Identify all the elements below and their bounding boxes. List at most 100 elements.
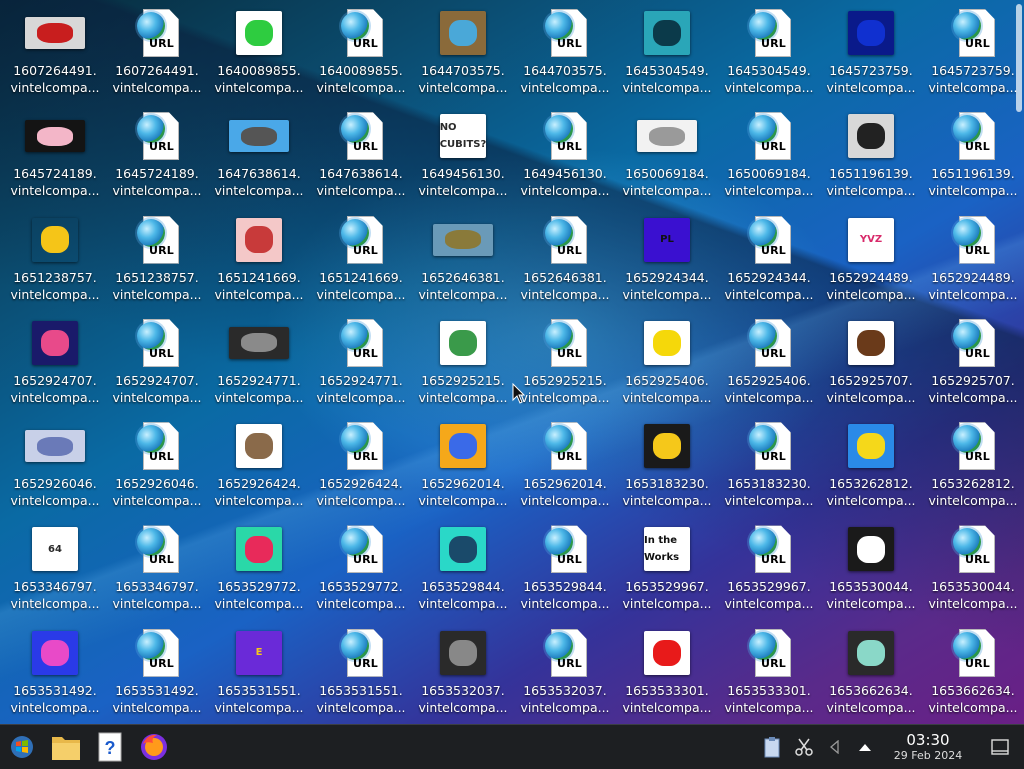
desktop-icon-url-shortcut[interactable]: URL 1650069184. vintelcompa... [718,107,820,210]
desktop-icon-image-file[interactable]: 1650069184. vintelcompa... [616,107,718,210]
desktop-icon-image-file[interactable]: 1652925406. vintelcompa... [616,314,718,417]
desktop-icon-url-shortcut[interactable]: URL 1651238757. vintelcompa... [106,211,208,314]
desktop-icon-url-shortcut[interactable]: URL 1640089855. vintelcompa... [310,4,412,107]
desktop-icon-image-file[interactable]: PL 1652924344. vintelcompa... [616,211,718,314]
icon-label-subtitle: vintelcompa... [112,80,202,95]
desktop-icon-image-file[interactable]: NO CUBITS? 1649456130. vintelcompa... [412,107,514,210]
internet-shortcut-icon: URL [545,628,587,677]
desktop-icon-url-shortcut[interactable]: URL 1652924707. vintelcompa... [106,314,208,417]
desktop-icon-image-file[interactable]: 1652926046. vintelcompa... [4,417,106,520]
desktop-icon-image-file[interactable]: 1651196139. vintelcompa... [820,107,922,210]
desktop-icon-image-file[interactable]: 1652962014. vintelcompa... [412,417,514,520]
desktop-icon-image-file[interactable]: 1652926424. vintelcompa... [208,417,310,520]
url-file-icon: URL [738,316,800,370]
desktop-icon-image-file[interactable]: 64 1653346797. vintelcompa... [4,520,106,623]
desktop-icon-image-file[interactable]: YVZ 1652924489. vintelcompa... [820,211,922,314]
desktop-icon-image-file[interactable]: 1640089855. vintelcompa... [208,4,310,107]
desktop-icon-image-file[interactable]: 1653530044. vintelcompa... [820,520,922,623]
icon-label-title: 1652962014. [523,476,607,492]
file-manager-button[interactable] [46,727,86,767]
image-subject [857,19,885,47]
desktop-icon-image-file[interactable]: 1652646381. vintelcompa... [412,211,514,314]
system-tray: 03:30 29 Feb 2024 [754,725,1024,769]
desktop-icon-image-file[interactable]: 1653531492. vintelcompa... [4,624,106,724]
desktop-icon-url-shortcut[interactable]: URL 1644703575. vintelcompa... [514,4,616,107]
desktop-icon-image-file[interactable]: 1653183230. vintelcompa... [616,417,718,520]
desktop-icon-url-shortcut[interactable]: URL 1652924489. vintelcompa... [922,211,1024,314]
desktop-icon-url-shortcut[interactable]: URL 1653531551. vintelcompa... [310,624,412,724]
desktop-icon-url-shortcut[interactable]: URL 1645723759. vintelcompa... [922,4,1024,107]
start-menu-button[interactable] [2,727,42,767]
desktop-icon-url-shortcut[interactable]: URL 1652926424. vintelcompa... [310,417,412,520]
desktop-icon-image-file[interactable]: 1653529844. vintelcompa... [412,520,514,623]
desktop-scrollbar[interactable] [1016,4,1022,112]
icon-label-title: 1653529772. [217,579,301,595]
desktop-icon-image-file[interactable]: 1653533301. vintelcompa... [616,624,718,724]
url-file-icon: URL [330,522,392,576]
desktop-icon-image-file[interactable]: 1652925215. vintelcompa... [412,314,514,417]
desktop-icon-url-shortcut[interactable]: URL 1653262812. vintelcompa... [922,417,1024,520]
taskbar-clock[interactable]: 03:30 29 Feb 2024 [880,731,976,763]
url-file-icon: URL [330,109,392,163]
image-thumbnail-icon [636,316,698,370]
tray-expand-button[interactable] [850,727,880,767]
desktop-icon-url-shortcut[interactable]: URL 1653662634. vintelcompa... [922,624,1024,724]
desktop-icon-url-shortcut[interactable]: URL 1653183230. vintelcompa... [718,417,820,520]
desktop-icon-url-shortcut[interactable]: URL 1652924344. vintelcompa... [718,211,820,314]
desktop-icon-image-file[interactable]: 1607264491. vintelcompa... [4,4,106,107]
desktop-icon-image-file[interactable]: 1652925707. vintelcompa... [820,314,922,417]
show-desktop-button[interactable] [980,727,1020,767]
clipboard-button[interactable] [758,727,786,767]
desktop-icon-image-file[interactable]: 1647638614. vintelcompa... [208,107,310,210]
desktop-icon-url-shortcut[interactable]: URL 1653529844. vintelcompa... [514,520,616,623]
desktop-icon-image-file[interactable]: 1651241669. vintelcompa... [208,211,310,314]
desktop-icon-url-shortcut[interactable]: URL 1653529967. vintelcompa... [718,520,820,623]
desktop-icon-url-shortcut[interactable]: URL 1645304549. vintelcompa... [718,4,820,107]
desktop-icon-url-shortcut[interactable]: URL 1652926046. vintelcompa... [106,417,208,520]
desktop-icon-url-shortcut[interactable]: URL 1653529772. vintelcompa... [310,520,412,623]
desktop-icon-image-file[interactable]: 1653529772. vintelcompa... [208,520,310,623]
icon-label-title: 1650069184. [625,166,709,182]
desktop-icon-url-shortcut[interactable]: URL 1652925406. vintelcompa... [718,314,820,417]
desktop-icon-url-shortcut[interactable]: URL 1607264491. vintelcompa... [106,4,208,107]
desktop-icon-url-shortcut[interactable]: URL 1649456130. vintelcompa... [514,107,616,210]
icon-label-subtitle: vintelcompa... [520,493,610,509]
internet-shortcut-icon: URL [137,318,179,367]
desktop-icon-image-file[interactable]: 1651238757. vintelcompa... [4,211,106,314]
icon-label-title: 1607264491. [115,63,199,78]
desktop-icon-image-file[interactable]: 1653262812. vintelcompa... [820,417,922,520]
desktop-icon-image-file[interactable]: 1645724189. vintelcompa... [4,107,106,210]
desktop-icon-url-shortcut[interactable]: URL 1651196139. vintelcompa... [922,107,1024,210]
desktop-icon-url-shortcut[interactable]: URL 1651241669. vintelcompa... [310,211,412,314]
desktop-icon-url-shortcut[interactable]: URL 1652925215. vintelcompa... [514,314,616,417]
desktop-icon-image-file[interactable]: 1645304549. vintelcompa... [616,4,718,107]
desktop-icon-image-file[interactable]: In the Works 1653529967. vintelcompa... [616,520,718,623]
image-subject [245,536,273,563]
internet-shortcut-icon: URL [953,215,995,264]
desktop-icon-url-shortcut[interactable]: URL 1647638614. vintelcompa... [310,107,412,210]
desktop-icon-image-file[interactable]: 1645723759. vintelcompa... [820,4,922,107]
desktop-icon-url-shortcut[interactable]: URL 1645724189. vintelcompa... [106,107,208,210]
desktop-icon-image-file[interactable]: E 1653531551. vintelcompa... [208,624,310,724]
help-button[interactable]: ? [90,727,130,767]
desktop-icon-url-shortcut[interactable]: URL 1653530044. vintelcompa... [922,520,1024,623]
desktop-icon-image-file[interactable]: 1653532037. vintelcompa... [412,624,514,724]
internet-shortcut-icon: URL [341,628,383,677]
desktop-icon-image-file[interactable]: 1653662634. vintelcompa... [820,624,922,724]
screenshot-tool-button[interactable] [790,727,818,767]
desktop-icon-url-shortcut[interactable]: URL 1653531492. vintelcompa... [106,624,208,724]
desktop-icon-image-file[interactable]: 1652924707. vintelcompa... [4,314,106,417]
volume-button[interactable] [822,727,846,767]
desktop-icon-url-shortcut[interactable]: URL 1652962014. vintelcompa... [514,417,616,520]
desktop-icon-image-file[interactable]: 1652924771. vintelcompa... [208,314,310,417]
desktop-icon-url-shortcut[interactable]: URL 1653532037. vintelcompa... [514,624,616,724]
desktop-icon-url-shortcut[interactable]: URL 1653346797. vintelcompa... [106,520,208,623]
desktop-icon-image-file[interactable]: 1644703575. vintelcompa... [412,4,514,107]
desktop-icon-url-shortcut[interactable]: URL 1652925707. vintelcompa... [922,314,1024,417]
firefox-button[interactable] [134,727,174,767]
icon-label-subtitle: vintelcompa... [826,389,916,405]
desktop-icon-url-shortcut[interactable]: URL 1653533301. vintelcompa... [718,624,820,724]
desktop-icon-url-shortcut[interactable]: URL 1652646381. vintelcompa... [514,211,616,314]
image-thumbnail-icon [432,6,494,60]
desktop-icon-url-shortcut[interactable]: URL 1652924771. vintelcompa... [310,314,412,417]
